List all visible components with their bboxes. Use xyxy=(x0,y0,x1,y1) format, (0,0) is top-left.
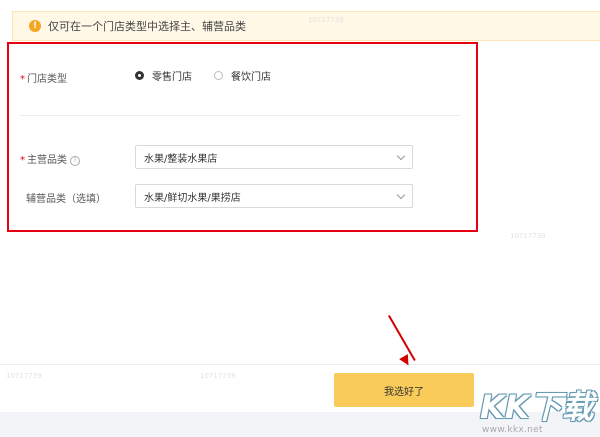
footer-divider xyxy=(0,364,600,365)
radio-selected-icon xyxy=(135,71,144,80)
main-category-label: * 主营品类? xyxy=(20,151,80,166)
sub-category-select[interactable]: 水果/鲜切水果/果捞店 xyxy=(135,184,413,208)
confirm-button[interactable]: 我选好了 xyxy=(334,373,474,407)
radio-restaurant-store[interactable]: 餐饮门店 xyxy=(214,68,271,83)
radio-retail-store[interactable]: 零售门店 xyxy=(135,68,192,83)
radio-unselected-icon xyxy=(214,71,223,80)
store-type-label: * 门店类型 xyxy=(20,74,67,85)
chevron-down-icon xyxy=(396,151,406,161)
help-icon[interactable]: ? xyxy=(70,156,80,166)
main-category-select[interactable]: 水果/整装水果店 xyxy=(135,145,413,169)
notice-text: 仅可在一个门店类型中选择主、辅营品类 xyxy=(48,20,246,33)
logo-text: KK下载 xyxy=(480,388,594,426)
annotation-arrow xyxy=(388,315,416,362)
sub-category-label: 辅营品类（选填） xyxy=(26,194,106,205)
faint-watermark: 10717739 xyxy=(308,16,344,24)
faint-watermark: 10717739 xyxy=(6,372,42,380)
chevron-down-icon xyxy=(396,190,406,200)
faint-watermark: 10717739 xyxy=(510,232,546,240)
faint-watermark: 10717739 xyxy=(200,372,236,380)
notice-banner: ! 仅可在一个门店类型中选择主、辅营品类 xyxy=(12,11,600,41)
warning-icon: ! xyxy=(29,20,41,32)
kkx-logo: KK下载 xyxy=(480,382,595,428)
divider xyxy=(20,115,460,116)
watermark-url: www.kkx.net xyxy=(482,425,543,435)
